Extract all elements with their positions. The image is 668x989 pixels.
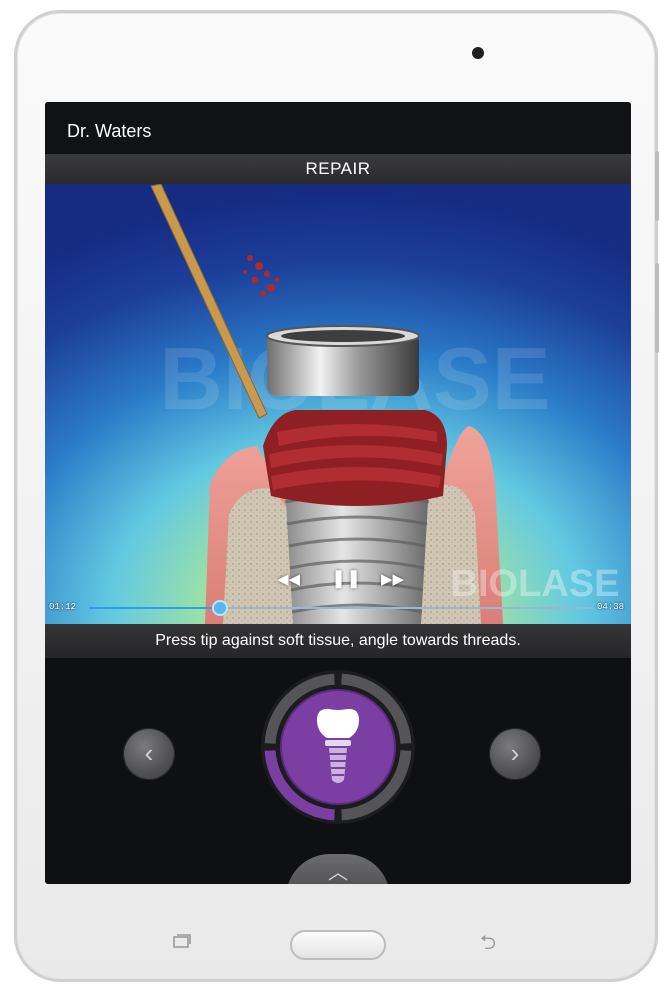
instruction-text: Press tip against soft tissue, angle tow…: [155, 632, 521, 649]
chevron-left-icon: ‹: [144, 738, 154, 768]
video-controls: ◀◀ ❚❚ ▶▶ 01:12 04:38: [45, 566, 631, 624]
section-title-bar: REPAIR: [45, 154, 631, 184]
pause-icon[interactable]: ❚❚: [331, 568, 361, 589]
chevron-up-icon: ︿: [328, 862, 348, 884]
expand-drawer-button[interactable]: ︿: [286, 854, 390, 884]
section-title: REPAIR: [305, 159, 371, 178]
instruction-bar: Press tip against soft tissue, angle tow…: [45, 624, 631, 658]
video-player[interactable]: BIOLASE ◀◀ ❚❚ ▶▶ 01:12 04:38: [45, 184, 631, 624]
next-button[interactable]: ›: [489, 728, 541, 780]
rewind-icon[interactable]: ◀◀: [277, 570, 300, 588]
fast-forward-icon[interactable]: ▶▶: [381, 570, 404, 588]
duration: 04:38: [597, 602, 625, 612]
seek-bar[interactable]: [89, 600, 593, 616]
app-screen: Dr. Waters REPAIR BIOLASE ◀◀ ❚❚ ▶▶ 01:12…: [45, 102, 631, 884]
volume-button[interactable]: [655, 151, 659, 221]
seek-progress: [89, 607, 221, 609]
step-progress-ring: [261, 670, 415, 824]
top-bar: Dr. Waters: [45, 102, 631, 154]
front-camera: [472, 47, 484, 59]
user-name: Dr. Waters: [67, 121, 152, 141]
chevron-right-icon: ›: [510, 738, 520, 768]
current-time: 01:12: [49, 602, 77, 612]
power-button[interactable]: [655, 263, 659, 353]
home-button[interactable]: [290, 930, 386, 960]
step-dial[interactable]: [259, 668, 417, 831]
seek-handle[interactable]: [212, 600, 229, 616]
recent-apps-icon[interactable]: [172, 934, 192, 948]
back-icon[interactable]: ⮌: [480, 933, 496, 953]
implant-illustration: BIOLASE: [150, 184, 619, 624]
previous-button[interactable]: ‹: [123, 728, 175, 780]
